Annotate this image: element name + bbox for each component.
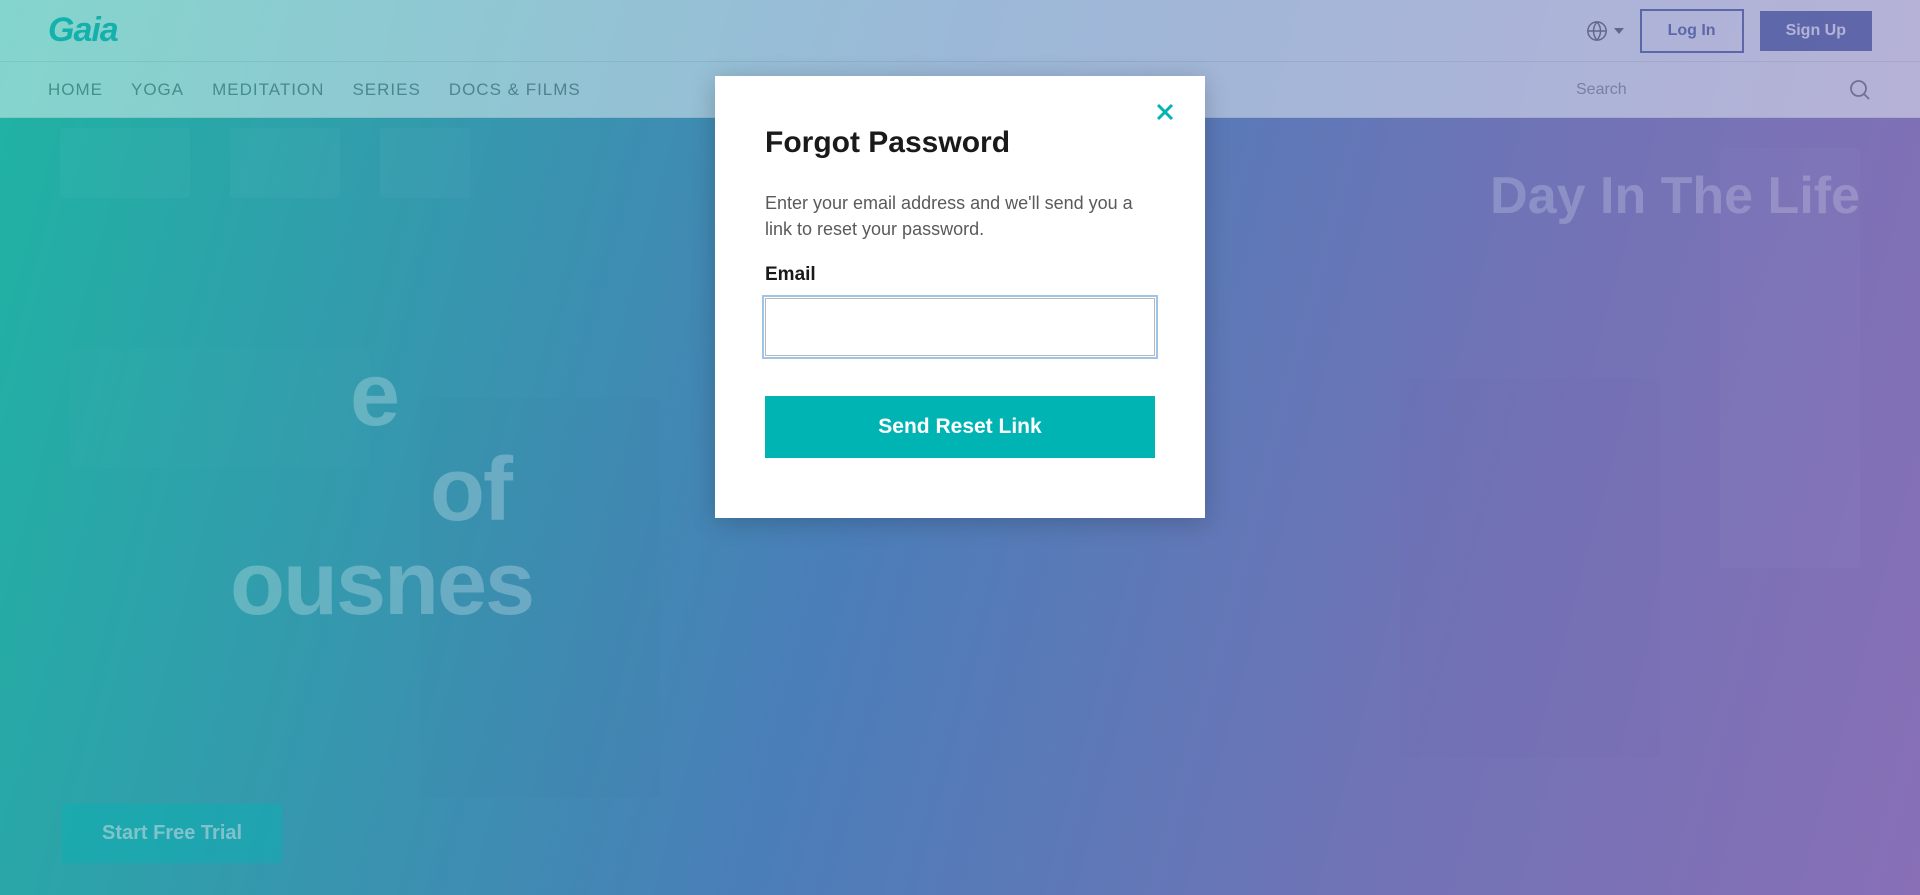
send-reset-link-button[interactable]: Send Reset Link (765, 396, 1155, 458)
modal-title: Forgot Password (765, 126, 1155, 160)
modal-description: Enter your email address and we'll send … (765, 190, 1155, 242)
forgot-password-modal: Forgot Password Enter your email address… (715, 76, 1205, 518)
email-label: Email (765, 264, 1155, 286)
email-field[interactable] (765, 298, 1155, 356)
modal-backdrop: Forgot Password Enter your email address… (0, 0, 1920, 895)
close-icon[interactable] (1153, 100, 1177, 124)
